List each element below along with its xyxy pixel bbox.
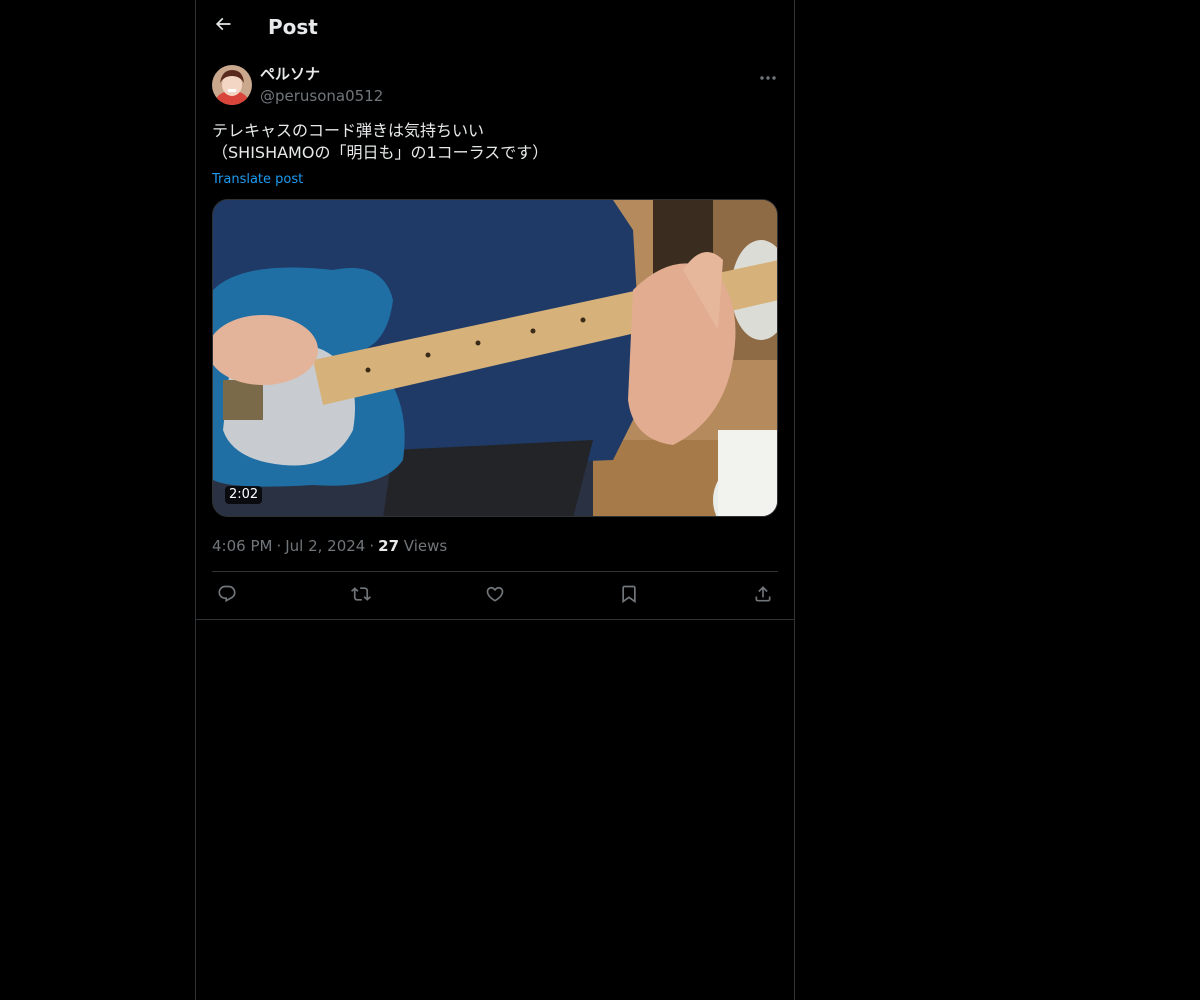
post-time[interactable]: 4:06 PM (212, 537, 272, 555)
share-icon (753, 584, 773, 608)
author-handle[interactable]: @perusona0512 (260, 86, 383, 106)
back-button[interactable] (207, 10, 239, 42)
video-thumbnail (213, 200, 777, 516)
views-label: Views (403, 537, 448, 555)
more-options-button[interactable] (756, 64, 780, 86)
repost-icon (351, 584, 371, 608)
meta-separator: · (276, 537, 282, 555)
divider (196, 619, 794, 620)
post-date[interactable]: Jul 2, 2024 (285, 537, 365, 555)
post-text-line: （SHISHAMOの「明日も」の1コーラスです） (212, 143, 549, 162)
post-text-line: テレキャスのコード弾きは気持ちいい (212, 121, 485, 140)
post-text: テレキャスのコード弾きは気持ちいい （SHISHAMOの「明日も」の1コーラスで… (212, 120, 778, 164)
meta-separator: · (369, 537, 375, 555)
post-meta: 4:06 PM · Jul 2, 2024 · 27 Views (212, 536, 447, 556)
like-button[interactable] (482, 583, 508, 609)
post-header: Post (196, 0, 794, 53)
action-bar (212, 572, 778, 619)
arrow-left-icon (213, 14, 233, 38)
video-duration-badge: 2:02 (225, 486, 263, 504)
reply-icon (217, 584, 237, 608)
avatar[interactable] (212, 65, 252, 105)
repost-button[interactable] (348, 583, 374, 609)
page-title: Post (268, 15, 318, 39)
views-count: 27 (378, 537, 400, 555)
translate-post-link[interactable]: Translate post (212, 171, 303, 188)
bookmark-button[interactable] (616, 583, 642, 609)
share-button[interactable] (750, 583, 776, 609)
reply-button[interactable] (214, 583, 240, 609)
author-display-name[interactable]: ペルソナ (260, 64, 320, 84)
more-dots-icon (759, 66, 777, 85)
video-player[interactable]: 2:02 (212, 199, 778, 517)
heart-icon (485, 584, 505, 608)
post-column: Post ペルソナ @perusona0512 テレキャスのコード弾きは気持ちい… (195, 0, 795, 1000)
bookmark-icon (619, 584, 639, 608)
